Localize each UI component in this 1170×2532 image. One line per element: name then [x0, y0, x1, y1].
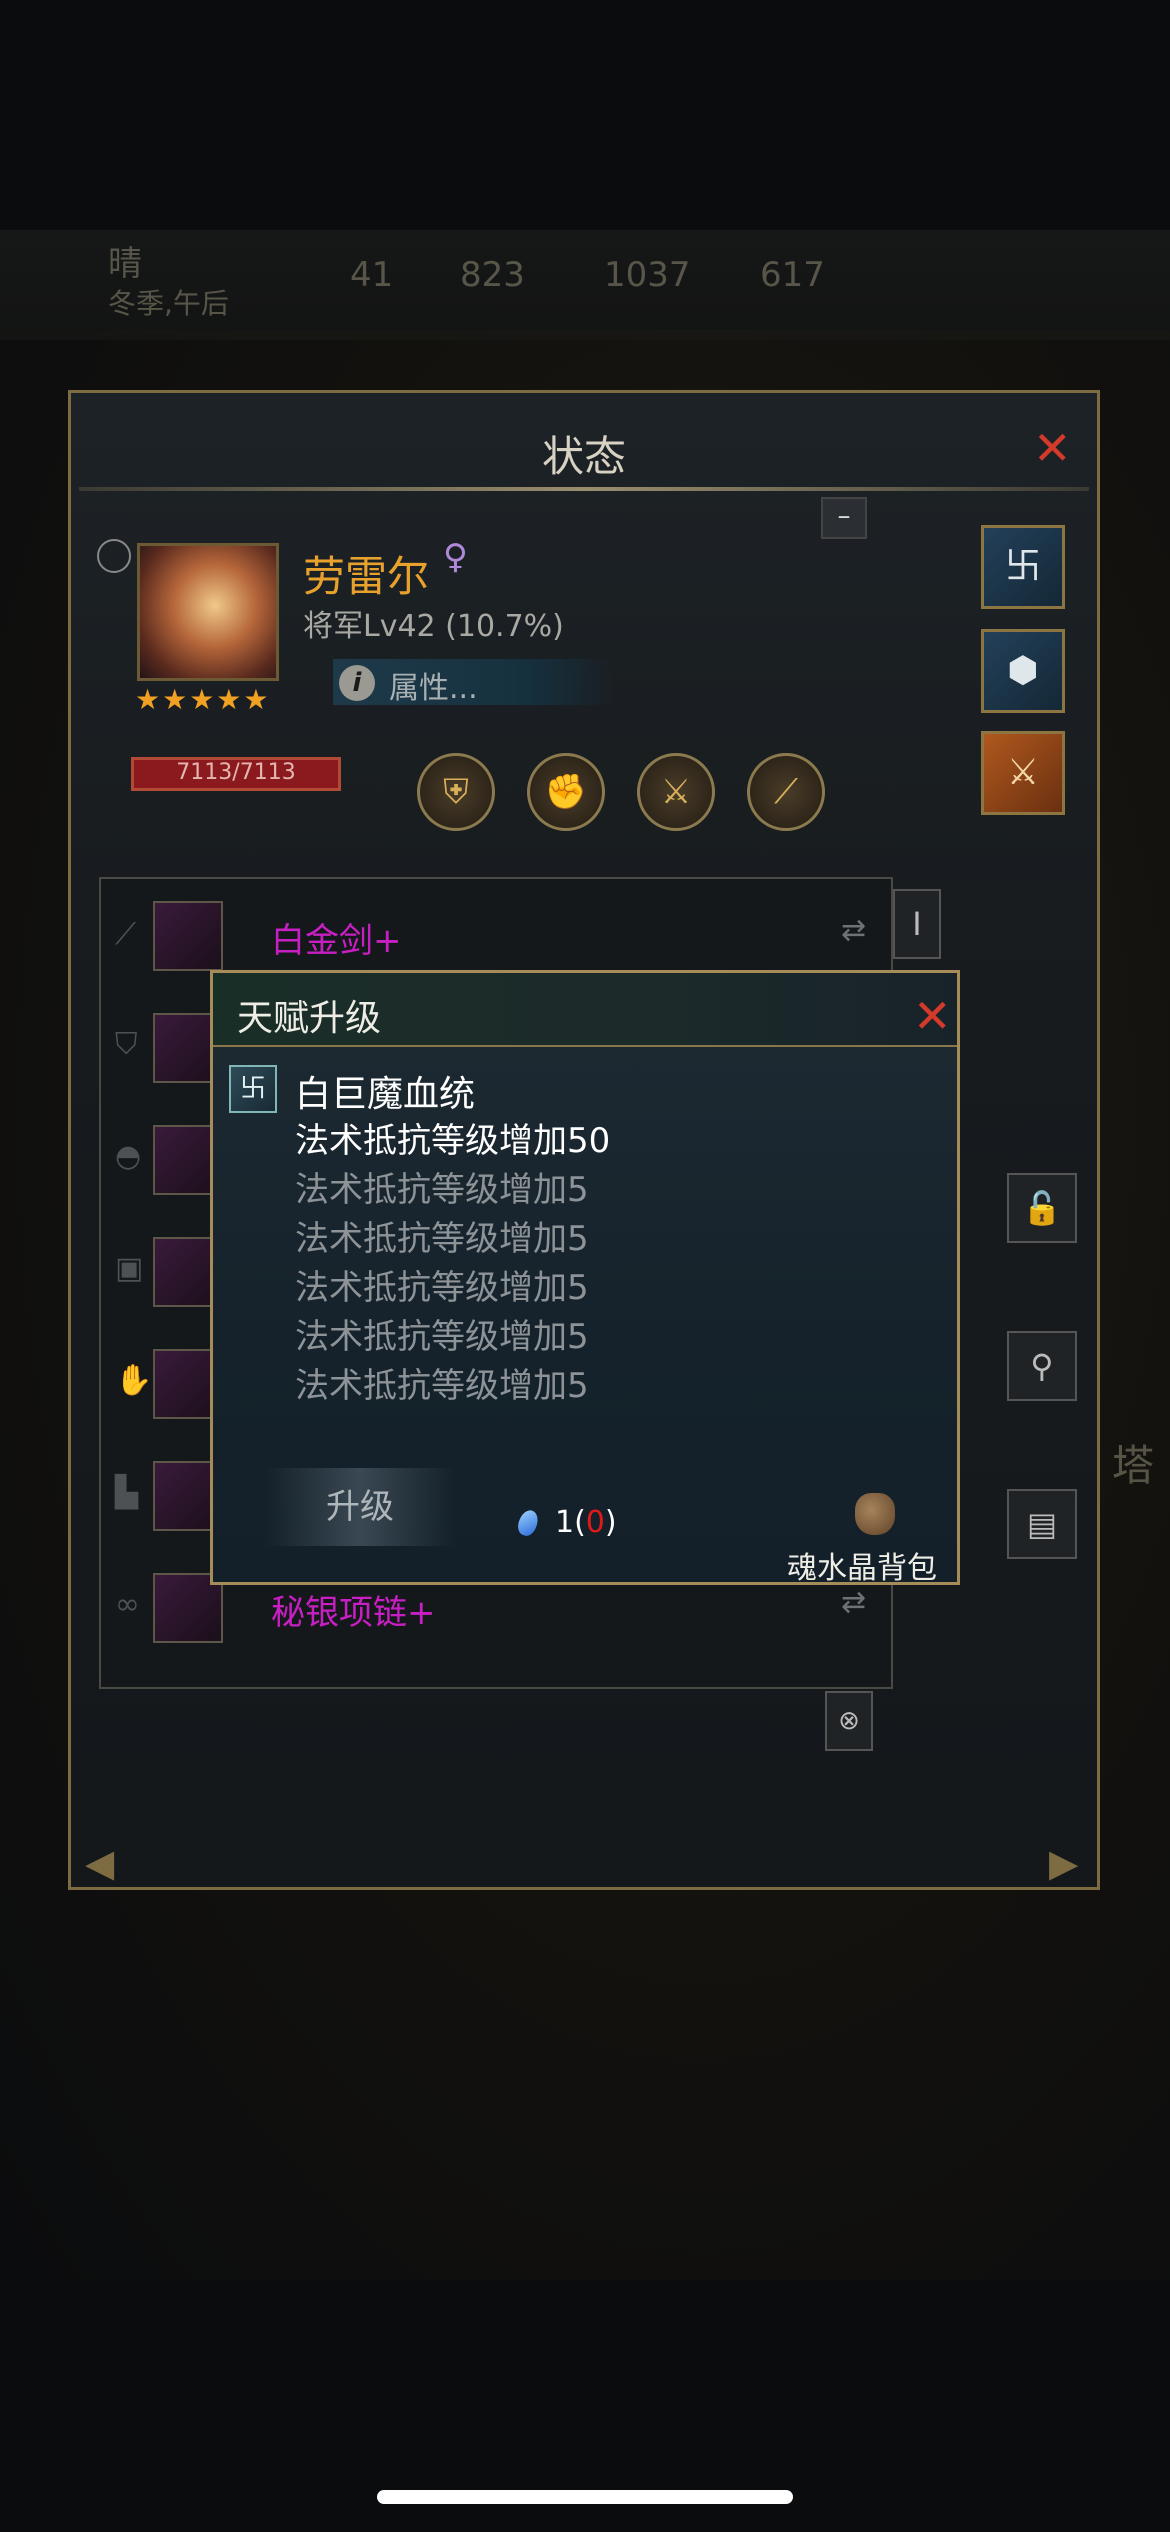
upgrade-cost: 1(0) — [555, 1505, 617, 1540]
swap-icon[interactable]: ⇄ — [841, 1585, 866, 1620]
talent-level-line: 法术抵抗等级增加50 — [295, 1121, 611, 1161]
energy-count: 1037 — [604, 255, 691, 295]
hp-bar: 7113/7113 — [131, 757, 341, 791]
season-text: 冬季,午后 — [108, 287, 229, 320]
lock-icon[interactable]: 🔓 — [1007, 1173, 1077, 1243]
upgrade-button[interactable]: 升级 — [265, 1468, 455, 1546]
panel-close-icon[interactable]: ✕ — [1033, 421, 1072, 475]
collapse-button[interactable]: – — [821, 497, 867, 539]
equip-icon-sword[interactable] — [153, 901, 223, 971]
hero-stars: ★★★★★ — [135, 683, 271, 716]
talent-name: 白巨魔血统 — [295, 1074, 476, 1115]
swap-icon[interactable]: ⇄ — [841, 913, 866, 948]
dialog-close-icon[interactable]: ✕ — [913, 989, 952, 1043]
info-icon: i — [339, 665, 375, 701]
shield-skill-icon[interactable]: ⛨ — [417, 753, 495, 831]
boot-slot-icon: ▙ — [115, 1475, 139, 1510]
sword-slot-icon: ⟋ — [115, 917, 136, 952]
cost-owned: 0 — [585, 1505, 605, 1540]
next-arrow-icon[interactable]: ▶ — [1049, 1841, 1078, 1885]
glove-slot-icon: ✋ — [115, 1363, 153, 1398]
search-icon[interactable]: ⚲ — [1007, 1331, 1077, 1401]
equip-name-necklace[interactable]: 秘银项链+ — [271, 1585, 436, 1634]
talent-icon: 卐 — [229, 1065, 277, 1113]
document-icon[interactable]: ▤ — [1007, 1489, 1077, 1559]
talent-level-line: 法术抵抗等级增加5 — [295, 1219, 589, 1259]
title-divider — [79, 487, 1089, 491]
talent-tab-icon[interactable]: 卐 — [981, 525, 1065, 609]
crossed-swords-skill-icon[interactable]: ⚔ — [637, 753, 715, 831]
turtle-shell-tab-icon[interactable]: ⬢ — [981, 629, 1065, 713]
necklace-slot-icon: ∞ — [115, 1587, 140, 1622]
equip-name-weapon[interactable]: 白金剑+ — [271, 913, 402, 962]
talent-level-line: 法术抵抗等级增加5 — [295, 1268, 589, 1308]
prev-arrow-icon[interactable]: ◀ — [85, 1841, 114, 1885]
remove-icon[interactable]: ⊗ — [825, 1691, 873, 1751]
home-indicator[interactable] — [377, 2490, 793, 2504]
map-label-tower: 塔 — [1112, 1441, 1155, 1490]
sword-laurel-tab-icon[interactable]: ⚔ — [981, 731, 1065, 815]
scroll-toggle-button[interactable]: I — [893, 889, 941, 959]
dialog-title: 天赋升级 — [237, 998, 382, 1039]
attributes-label: 属性... — [389, 671, 478, 706]
talent-level-line: 法术抵抗等级增加5 — [295, 1366, 589, 1406]
weather-text: 晴 — [108, 244, 142, 284]
soul-crystal-bag-label[interactable]: 魂水晶背包 — [787, 1543, 937, 1587]
cost-close-paren: ) — [604, 1505, 617, 1540]
panel-title: 状态 — [541, 432, 626, 481]
female-icon: ♀ — [443, 537, 468, 577]
soul-crystal-bag-icon[interactable] — [855, 1493, 895, 1535]
refresh-icon[interactable] — [97, 539, 131, 573]
gauntlet-skill-icon[interactable]: ✊ — [527, 753, 605, 831]
blade-skill-icon[interactable]: ⟋ — [747, 753, 825, 831]
cost-required: 1( — [555, 1505, 586, 1540]
talent-level-line: 法术抵抗等级增加5 — [295, 1317, 589, 1357]
talent-level-line: 法术抵抗等级增加5 — [295, 1170, 589, 1210]
gold-count: 41 — [350, 255, 394, 295]
talent-upgrade-dialog: 天赋升级 ✕ 卐 白巨魔血统 法术抵抗等级增加50 法术抵抗等级增加5 法术抵抗… — [210, 970, 960, 1587]
hero-portrait[interactable] — [137, 543, 279, 681]
coin-count: 617 — [760, 255, 825, 295]
hero-level: 将军Lv42 (10.7%) — [303, 609, 564, 644]
helmet-slot-icon: ◓ — [115, 1139, 142, 1174]
hero-name: 劳雷尔 — [303, 552, 430, 601]
soul-crystal-icon — [515, 1507, 541, 1539]
food-count: 823 — [460, 255, 525, 295]
shield-slot-icon: ⛉ — [115, 1027, 138, 1062]
armor-slot-icon: ▣ — [115, 1251, 144, 1286]
